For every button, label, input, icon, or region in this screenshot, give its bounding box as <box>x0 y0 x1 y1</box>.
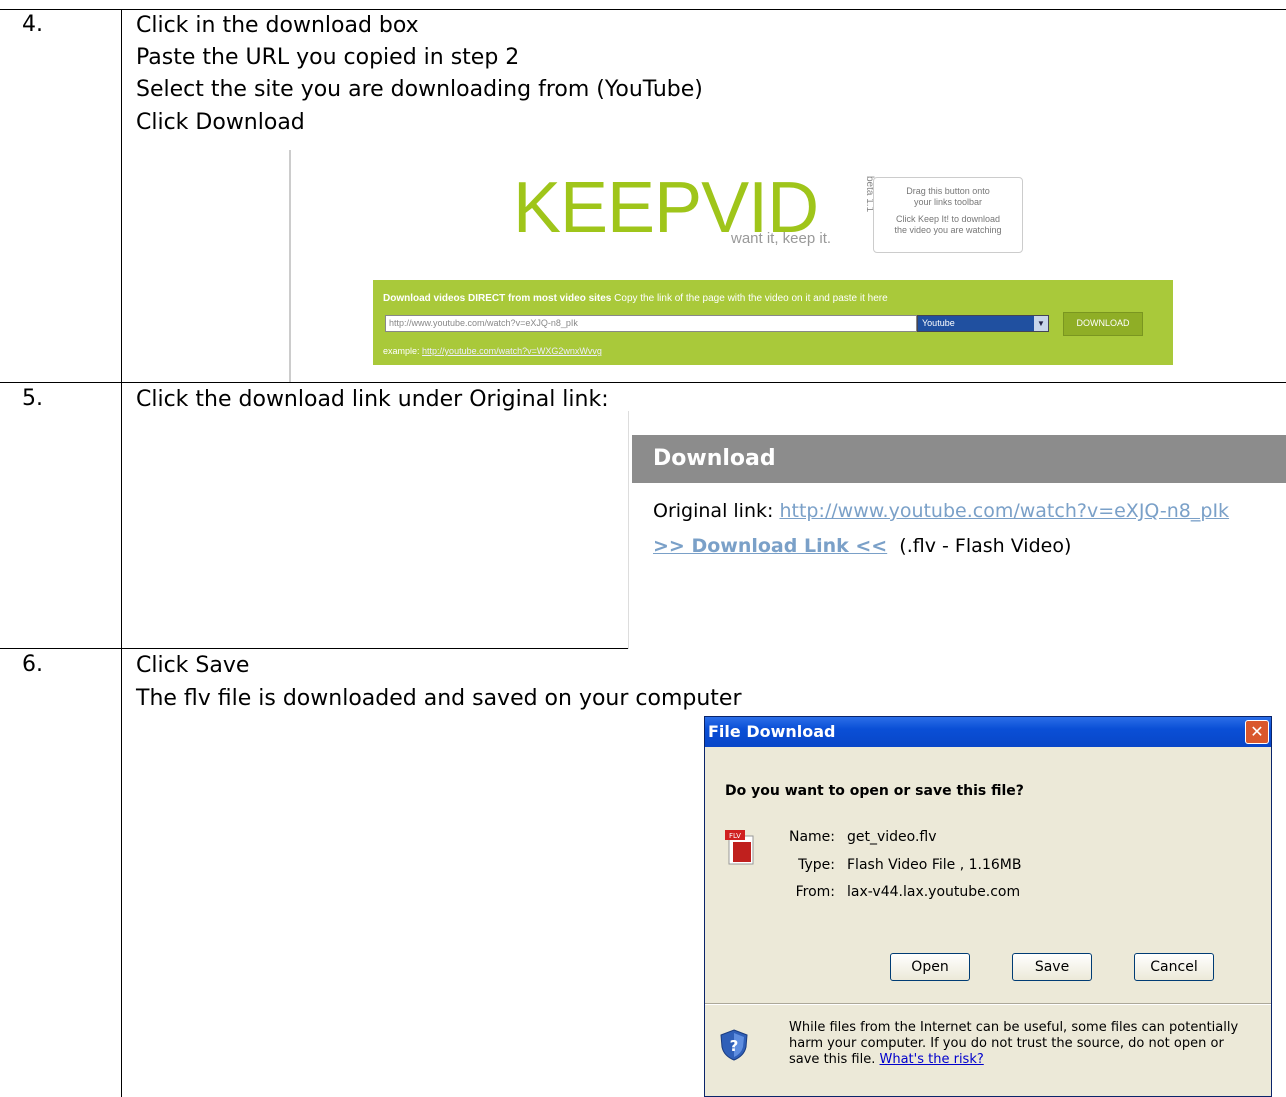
original-url-link[interactable]: http://www.youtube.com/watch?v=eXJQ-n8_p… <box>779 500 1229 522</box>
file-download-dialog: File Download ✕ Do you want to open or s… <box>704 716 1272 1097</box>
bookmarklet-text: Click Keep It! to download <box>895 214 1001 224</box>
flv-file-icon-label: FLV <box>729 832 741 840</box>
svg-text:?: ? <box>730 1037 739 1055</box>
example-link[interactable]: http://youtube.com/watch?v=WXG2wnxWvvg <box>422 346 602 356</box>
bookmarklet-text: your links toolbar <box>913 197 983 207</box>
name-label: Name: <box>788 829 835 845</box>
step-number: 4. <box>22 12 43 37</box>
bookmarklet-text: the video you are watching <box>894 225 1002 235</box>
step-number: 6. <box>22 652 43 677</box>
table-top-border <box>0 9 1286 10</box>
keepvid-screenshot: KEEPVID beta 1.1 want it, keep it. Drag … <box>289 150 1286 382</box>
whats-the-risk-link[interactable]: What's the risk? <box>880 1052 984 1067</box>
row-divider <box>0 382 1286 383</box>
site-select[interactable]: Youtube ▼ <box>917 315 1049 332</box>
download-link-row: >> Download Link << (.flv - Flash Video) <box>653 535 1072 557</box>
name-value: get_video.flv <box>847 829 937 845</box>
download-form-panel: Download videos DIRECT from most video s… <box>373 280 1173 365</box>
step-instruction: The flv file is downloaded and saved on … <box>136 686 742 711</box>
dialog-divider-highlight <box>705 1004 1271 1005</box>
example-text: example: http://youtube.com/watch?v=WXG2… <box>383 346 602 356</box>
from-value: lax-v44.lax.youtube.com <box>847 884 1021 900</box>
step-instruction: Select the site you are downloading from… <box>136 77 703 102</box>
bookmarklet-box[interactable]: Drag this button onto your links toolbar… <box>873 177 1023 253</box>
step-instruction: Click in the download box <box>136 13 419 38</box>
original-link-row: Original link: http://www.youtube.com/wa… <box>653 500 1230 522</box>
bookmarklet-text: Drag this button onto <box>906 186 990 196</box>
column-divider <box>121 9 122 1097</box>
download-heading: Download <box>632 435 1286 483</box>
step-instruction: Click the download link under Original l… <box>136 387 609 412</box>
security-shield-icon: ? <box>720 1029 748 1061</box>
step-number: 5. <box>22 386 43 411</box>
step-instruction: Paste the URL you copied in step 2 <box>136 45 520 70</box>
download-link[interactable]: >> Download Link << <box>653 535 887 557</box>
cancel-button[interactable]: Cancel <box>1134 953 1214 981</box>
type-label: Type: <box>798 857 835 873</box>
dialog-title: File Download <box>705 717 1271 747</box>
flv-file-icon: FLV <box>725 830 754 865</box>
type-value: Flash Video File , 1.16MB <box>847 857 1022 873</box>
from-label: From: <box>795 884 835 900</box>
step-instruction: Click Download <box>136 110 305 135</box>
open-button[interactable]: Open <box>890 953 970 981</box>
download-form-title: Download videos DIRECT from most video s… <box>383 293 888 304</box>
security-warning-text: While files from the Internet can be use… <box>789 1020 1239 1067</box>
step-instruction: Click Save <box>136 653 250 678</box>
close-icon[interactable]: ✕ <box>1245 720 1269 744</box>
download-button[interactable]: DOWNLOAD <box>1063 312 1143 336</box>
dialog-question: Do you want to open or save this file? <box>725 783 1024 799</box>
keepvid-tagline: want it, keep it. <box>731 230 832 247</box>
url-input[interactable]: http://www.youtube.com/watch?v=eXJQ-n8_p… <box>385 315 917 332</box>
chevron-down-icon: ▼ <box>1034 316 1048 331</box>
download-panel-screenshot: Download Original link: http://www.youtu… <box>628 411 1286 649</box>
save-button[interactable]: Save <box>1012 953 1092 981</box>
